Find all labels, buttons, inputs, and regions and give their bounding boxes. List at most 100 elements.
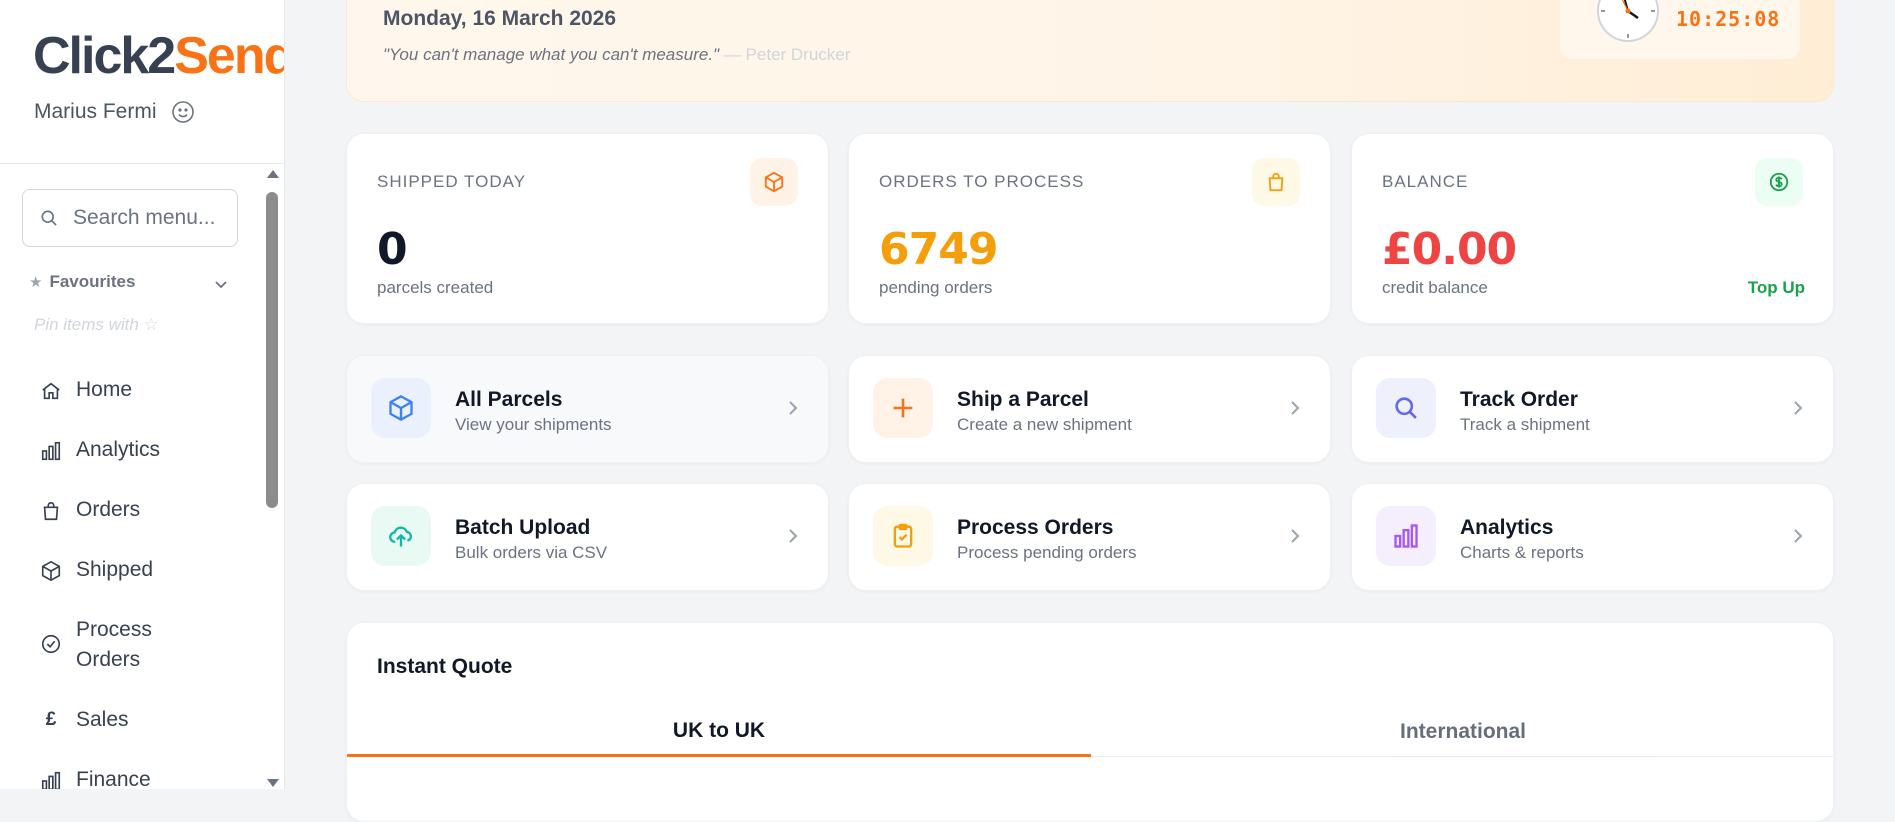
- stat-sub: credit balance: [1382, 278, 1488, 297]
- action-card-all-parcels[interactable]: All Parcels View your shipments: [346, 355, 829, 463]
- action-icon-badge: [371, 378, 431, 438]
- clock-icon: [1597, 0, 1659, 42]
- action-subtitle: Bulk orders via CSV: [455, 543, 608, 562]
- stat-label: BALANCE: [1382, 172, 1469, 191]
- sidebar-divider: [0, 163, 284, 164]
- search-input[interactable]: [71, 205, 221, 231]
- sidebar-item-label: Sales: [76, 708, 129, 731]
- user-name: Marius Fermi: [34, 100, 157, 123]
- plus-icon: [893, 398, 913, 418]
- stat-sub: parcels created: [377, 278, 494, 297]
- sidebar-item-sales[interactable]: £ Sales: [40, 708, 240, 735]
- action-subtitle: Create a new shipment: [957, 415, 1132, 434]
- sidebar-item-label: Home: [76, 378, 133, 401]
- action-subtitle: Process pending orders: [957, 543, 1137, 562]
- sidebar-item-finance[interactable]: Finance: [40, 768, 240, 789]
- action-icon-badge: [1376, 378, 1436, 438]
- sidebar-item-label: Finance: [76, 768, 151, 789]
- sidebar-item-label: Shipped: [76, 558, 154, 581]
- stat-card-orders-to-process: ORDERS TO PROCESS 6749 pending orders: [848, 133, 1331, 324]
- quote-text: "You can't manage what you can't measure…: [383, 45, 720, 64]
- favourites-label: Favourites: [49, 272, 136, 291]
- stat-value: 0: [377, 224, 408, 275]
- box-icon: [41, 560, 61, 582]
- sidebar-item-analytics[interactable]: Analytics: [40, 438, 240, 465]
- smiley-icon[interactable]: [171, 100, 195, 124]
- welcome-banner: Monday, 16 March 2026 "You can't manage …: [346, 0, 1834, 102]
- chevron-right-icon: [789, 529, 798, 543]
- action-icon-badge: [1376, 506, 1436, 566]
- bar-chart-icon: [41, 771, 61, 789]
- scroll-up-arrow[interactable]: [267, 170, 279, 178]
- scroll-thumb[interactable]: [266, 192, 278, 508]
- stat-value: 6749: [879, 224, 998, 275]
- bar-chart-icon: [1394, 524, 1418, 548]
- quote-author: — Peter Drucker: [723, 45, 851, 64]
- clock-time: 10:25:08: [1676, 7, 1781, 31]
- sidebar-item-label: Orders: [76, 498, 141, 521]
- action-subtitle: Track a shipment: [1460, 415, 1590, 434]
- box-icon: [764, 171, 784, 193]
- scroll-down-arrow[interactable]: [267, 779, 279, 787]
- banner-quote: "You can't manage what you can't measure…: [383, 45, 850, 65]
- chevron-right-icon: [1794, 529, 1803, 543]
- action-card-track-order[interactable]: Track Order Track a shipment: [1351, 355, 1834, 463]
- chevron-right-icon: [1291, 401, 1300, 415]
- action-icon-badge: [873, 506, 933, 566]
- star-icon: ★: [29, 274, 43, 291]
- action-card-batch-upload[interactable]: Batch Upload Bulk orders via CSV: [346, 483, 829, 591]
- action-subtitle: View your shipments: [455, 415, 612, 434]
- bar-chart-icon: [41, 441, 61, 461]
- clipboard-check-icon: [893, 523, 913, 548]
- pound-icon: £: [45, 709, 57, 730]
- chevron-right-icon: [1794, 401, 1803, 415]
- sidebar-item-orders[interactable]: Orders: [40, 498, 240, 525]
- user-row: Marius Fermi: [34, 100, 195, 124]
- stat-card-shipped-today: SHIPPED TODAY 0 parcels created: [346, 133, 829, 324]
- dollar-circle-icon: [1769, 172, 1789, 192]
- action-card-ship-a-parcel[interactable]: Ship a Parcel Create a new shipment: [848, 355, 1331, 463]
- banner-date: Monday, 16 March 2026: [383, 7, 617, 30]
- tab-international[interactable]: International: [1091, 707, 1833, 757]
- home-icon: [42, 382, 60, 400]
- action-card-analytics[interactable]: Analytics Charts & reports: [1351, 483, 1834, 591]
- top-up-link[interactable]: Top Up: [1748, 278, 1805, 298]
- action-title: Analytics: [1460, 516, 1554, 539]
- stat-label: SHIPPED TODAY: [377, 172, 527, 191]
- action-title: Track Order: [1460, 388, 1578, 411]
- sidebar-item-home[interactable]: Home: [40, 378, 240, 405]
- action-title: Ship a Parcel: [957, 388, 1089, 411]
- action-title: Batch Upload: [455, 516, 591, 539]
- action-card-process-orders[interactable]: Process Orders Process pending orders: [848, 483, 1331, 591]
- brand-logo-part2: Send: [174, 27, 285, 85]
- stat-icon-badge: [750, 158, 798, 206]
- favourites-header[interactable]: ★ Favourites: [29, 272, 229, 292]
- clock-widget: 10:25:08: [1560, 0, 1800, 59]
- favourites-hint: Pin items with ☆: [34, 315, 159, 334]
- stat-label: ORDERS TO PROCESS: [879, 172, 1085, 191]
- action-subtitle: Charts & reports: [1460, 543, 1584, 562]
- instant-quote-title: Instant Quote: [377, 655, 513, 678]
- sidebar-scrollbar[interactable]: [264, 168, 280, 789]
- shopping-bag-icon: [1268, 172, 1284, 192]
- brand-logo-part1: Click2: [33, 27, 176, 85]
- shopping-bag-icon: [43, 501, 59, 521]
- chevron-right-icon: [789, 401, 798, 415]
- stat-sub: pending orders: [879, 278, 993, 297]
- action-title: Process Orders: [957, 516, 1114, 539]
- box-icon: [389, 394, 413, 422]
- sidebar: Click2Send Marius Fermi ★ Favourites Pin…: [0, 0, 285, 789]
- action-icon-badge: [873, 378, 933, 438]
- stat-icon-badge: [1755, 158, 1803, 206]
- sidebar-item-label: Analytics: [76, 438, 161, 461]
- tab-uk-to-uk[interactable]: UK to UK: [347, 707, 1091, 757]
- brand-logo[interactable]: Click2Send: [33, 27, 285, 85]
- sidebar-item-process-orders[interactable]: Process Orders: [40, 618, 170, 675]
- chevron-right-icon: [1291, 529, 1300, 543]
- stat-card-balance: BALANCE £0.00 credit balance Top Up: [1351, 133, 1834, 324]
- chevron-down-icon[interactable]: [213, 276, 229, 292]
- sidebar-item-shipped[interactable]: Shipped: [40, 558, 240, 585]
- check-circle-icon: [41, 634, 61, 654]
- upload-cloud-icon: [389, 526, 413, 547]
- search-box[interactable]: [22, 189, 238, 247]
